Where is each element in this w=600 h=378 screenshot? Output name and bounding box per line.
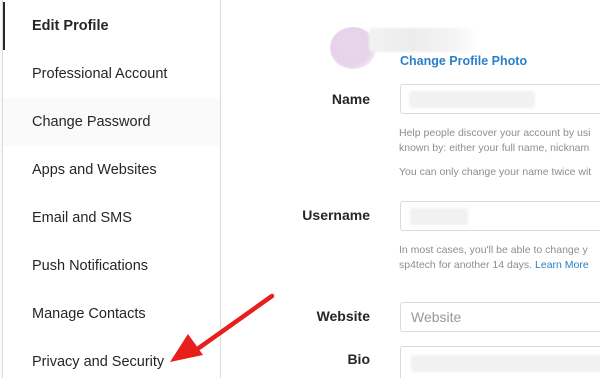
website-input[interactable] — [401, 303, 600, 331]
bio-field[interactable] — [400, 346, 600, 378]
settings-sidebar: Edit Profile Professional Account Change… — [3, 0, 221, 378]
edit-profile-form: Change Profile Photo Name Help people di… — [221, 0, 600, 378]
name-field[interactable] — [400, 84, 600, 114]
username-label: Username — [302, 207, 370, 223]
bio-value-blurred — [411, 355, 600, 372]
username-help-line-1: In most cases, you'll be able to change … — [399, 244, 588, 256]
learn-more-link[interactable]: Learn More — [535, 259, 589, 271]
sidebar-item-professional-account[interactable]: Professional Account — [3, 50, 220, 98]
sidebar-item-email-and-sms[interactable]: Email and SMS — [3, 194, 220, 242]
username-header-blurred — [369, 28, 477, 52]
sidebar-item-change-password[interactable]: Change Password — [3, 98, 220, 146]
name-value-blurred — [409, 91, 535, 108]
username-value-blurred — [410, 208, 468, 225]
name-help-line-3: You can only change your name twice wit — [399, 166, 592, 178]
sidebar-item-apps-and-websites[interactable]: Apps and Websites — [3, 146, 220, 194]
username-help-line-2: sp4tech for another 14 days. Learn More — [399, 258, 589, 273]
change-profile-photo-link[interactable]: Change Profile Photo — [400, 54, 527, 68]
name-help-line-1: Help people discover your account by usi — [399, 127, 591, 139]
name-label: Name — [331, 91, 370, 107]
username-help-text: sp4tech for another 14 days. — [399, 259, 533, 271]
sidebar-item-privacy-and-security[interactable]: Privacy and Security — [3, 338, 220, 378]
website-field[interactable] — [400, 302, 600, 332]
sidebar-item-push-notifications[interactable]: Push Notifications — [3, 242, 220, 290]
bio-label: Bio — [347, 351, 370, 367]
sidebar-item-edit-profile[interactable]: Edit Profile — [3, 2, 220, 50]
username-field[interactable] — [400, 201, 600, 231]
website-label: Website — [316, 308, 370, 324]
name-help-line-2: known by: either your full name, nicknam — [399, 142, 590, 154]
sidebar-item-manage-contacts[interactable]: Manage Contacts — [3, 290, 220, 338]
